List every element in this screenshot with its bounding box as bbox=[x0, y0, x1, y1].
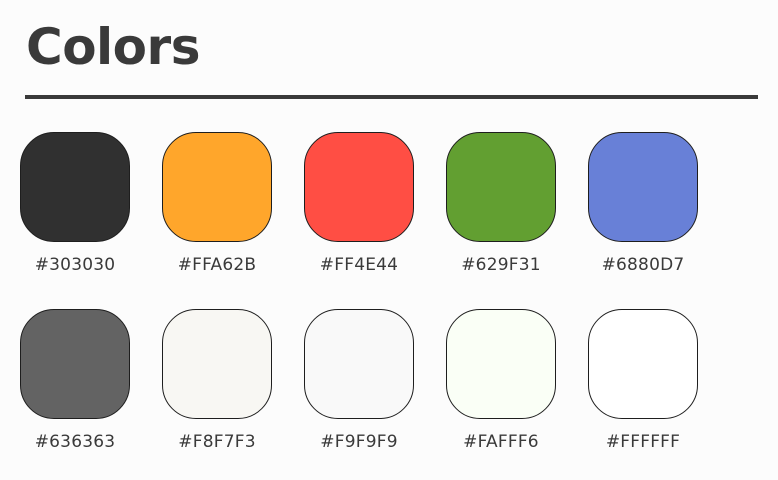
title-divider bbox=[25, 95, 758, 99]
color-hex-label: #F8F7F3 bbox=[178, 432, 256, 452]
color-hex-label: #F9F9F9 bbox=[320, 432, 398, 452]
color-hex-label: #FF4E44 bbox=[319, 255, 399, 275]
color-swatch: #F9F9F9 bbox=[304, 309, 414, 452]
color-swatch: #FFA62B bbox=[162, 132, 272, 275]
color-hex-label: #FFA62B bbox=[177, 255, 257, 275]
color-chip bbox=[304, 309, 414, 419]
color-swatch: #F8F7F3 bbox=[162, 309, 272, 452]
color-hex-label: #629F31 bbox=[461, 255, 541, 275]
color-chip bbox=[304, 132, 414, 242]
color-hex-label: #303030 bbox=[34, 255, 116, 275]
color-hex-label: #FFFFFF bbox=[605, 432, 681, 452]
color-chip bbox=[162, 309, 272, 419]
color-swatch-grid: #303030 #FFA62B #FF4E44 #629F31 #6880D7 … bbox=[20, 132, 720, 452]
color-swatch: #FAFFF6 bbox=[446, 309, 556, 452]
color-chip bbox=[446, 132, 556, 242]
color-chip bbox=[588, 309, 698, 419]
color-swatch: #6880D7 bbox=[588, 132, 698, 275]
page-title: Colors bbox=[26, 18, 200, 76]
color-chip bbox=[162, 132, 272, 242]
color-swatch: #303030 bbox=[20, 132, 130, 275]
color-chip bbox=[20, 132, 130, 242]
color-hex-label: #FAFFF6 bbox=[463, 432, 539, 452]
color-swatch: #629F31 bbox=[446, 132, 556, 275]
color-swatch: #636363 bbox=[20, 309, 130, 452]
color-hex-label: #636363 bbox=[34, 432, 116, 452]
color-chip bbox=[20, 309, 130, 419]
color-chip bbox=[446, 309, 556, 419]
color-hex-label: #6880D7 bbox=[601, 255, 685, 275]
color-swatch: #FF4E44 bbox=[304, 132, 414, 275]
color-chip bbox=[588, 132, 698, 242]
color-swatch: #FFFFFF bbox=[588, 309, 698, 452]
